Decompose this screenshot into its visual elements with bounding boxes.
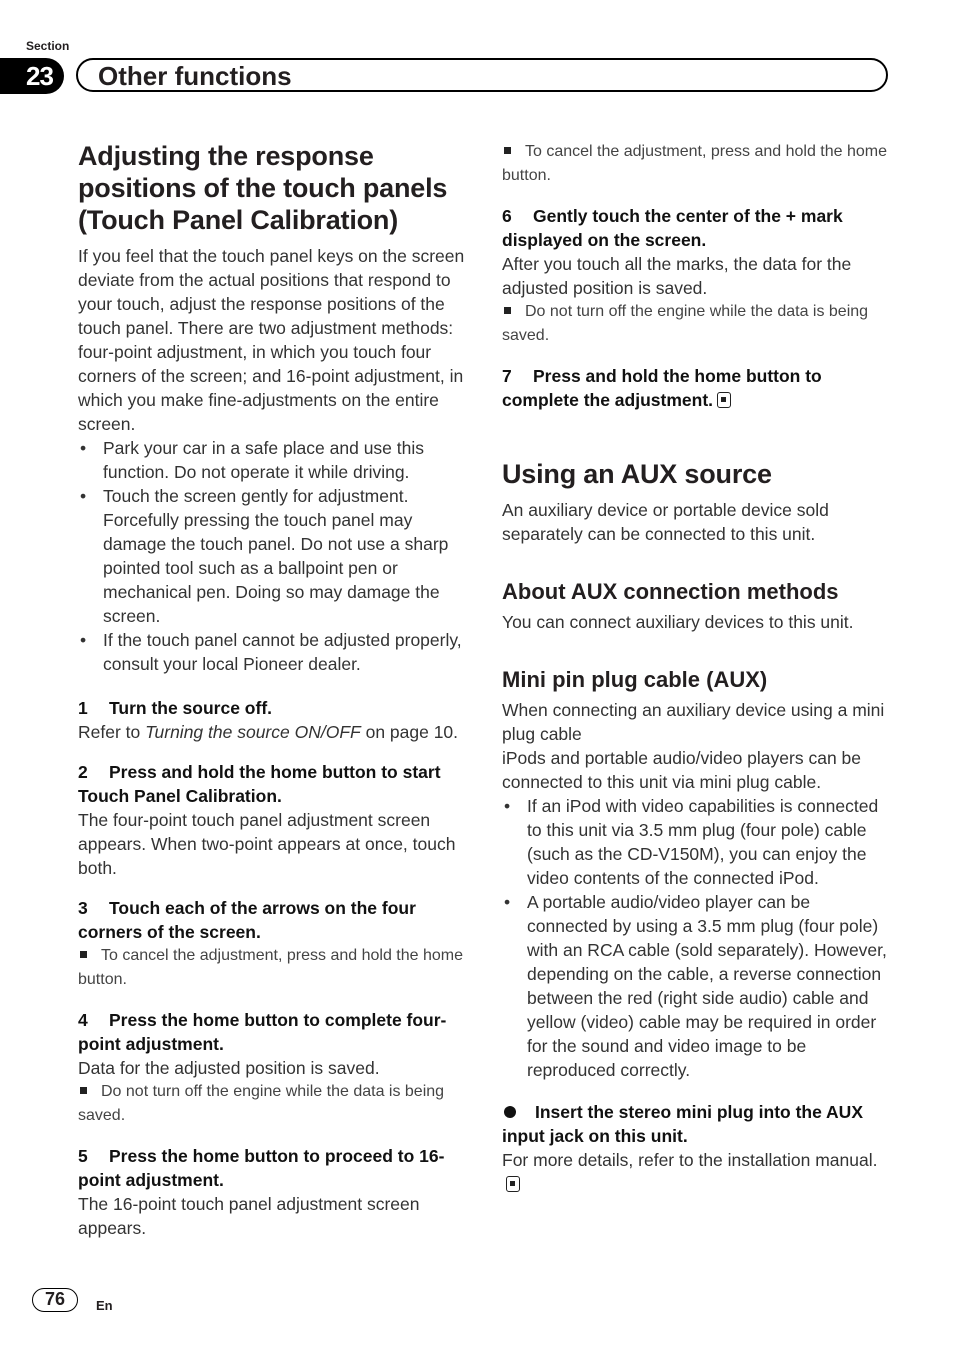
step-7-title: 7 Press and hold the home button to compl… <box>502 364 887 412</box>
bullet-text: Touch the screen gently for adjustment. … <box>103 486 449 626</box>
step-3-title: 3 Touch each of the arrows on the four co… <box>78 896 468 944</box>
section-title-bar: Other functions <box>76 58 888 92</box>
step-text: Turn the source off. <box>109 698 273 718</box>
bullet-icon: • <box>504 892 511 912</box>
step-5-body: The 16-point touch panel adjustment scre… <box>78 1194 420 1238</box>
section-label: Section <box>26 39 70 53</box>
section-title: Other functions <box>98 61 292 91</box>
end-of-section-icon <box>506 1176 520 1192</box>
mini-plug-bullets: • If an iPod with video capabilities is c… <box>502 794 887 1082</box>
step-number: 4 <box>78 1010 88 1030</box>
bullet-icon: • <box>504 796 511 816</box>
page-number: 76 <box>32 1288 78 1312</box>
methods-body: You can connect auxiliary devices to thi… <box>502 612 854 632</box>
step-number: 7 <box>502 366 512 386</box>
methods-heading: About AUX connection methods <box>502 579 839 604</box>
step-4-title: 4 Press the home button to complete four-… <box>78 1008 468 1056</box>
bullet-text: If an iPod with video capabilities is co… <box>527 796 879 888</box>
step-6-body: After you touch all the marks, the data … <box>502 254 852 298</box>
step-1-title: 1 Turn the source off. <box>78 696 468 720</box>
step-2-title: 2 Press and hold the home button to start… <box>78 760 468 808</box>
section-number-badge: 23 <box>0 58 64 94</box>
step-number: 1 <box>78 698 88 718</box>
note-square-icon <box>80 951 87 959</box>
step-text: Insert the stereo mini plug into the AUX… <box>502 1102 863 1146</box>
language-label: En <box>96 1298 113 1313</box>
bullet-item: • A portable audio/video player can be co… <box>502 890 887 1082</box>
step-number: 6 <box>502 206 512 226</box>
bullet-text: Park your car in a safe place and use th… <box>103 438 425 482</box>
cross-reference-link[interactable]: Turning the source ON/OFF <box>145 722 361 742</box>
note-square-icon <box>80 1087 87 1095</box>
bullet-icon: • <box>80 486 87 506</box>
insert-step-title: Insert the stereo mini plug into the AUX… <box>502 1100 887 1148</box>
bullet-icon: • <box>80 630 87 650</box>
step-text: Press and hold the home button to comple… <box>502 366 822 410</box>
step-4-body: Data for the adjusted position is saved. <box>78 1058 380 1078</box>
bullet-item: • Touch the screen gently for adjustment.… <box>78 484 468 628</box>
mini-plug-body-2: iPods and portable audio/video players c… <box>502 748 861 792</box>
mini-plug-heading: Mini pin plug cable (AUX) <box>502 667 768 692</box>
step-number: 3 <box>78 898 88 918</box>
bullet-item: • Park your car in a safe place and use t… <box>78 436 468 484</box>
continued-note: To cancel the adjustment, press and hold… <box>502 143 887 184</box>
bullet-text: A portable audio/video player can be con… <box>527 892 887 1080</box>
step-number: 2 <box>78 762 88 782</box>
step-6-title: 6 Gently touch the center of the + mark d… <box>502 204 887 252</box>
step-number: 5 <box>78 1146 88 1166</box>
aux-intro: An auxiliary device or portable device s… <box>502 500 829 544</box>
calibration-intro: If you feel that the touch panel keys on… <box>78 246 465 434</box>
end-of-section-icon <box>717 392 732 408</box>
aux-heading: Using an AUX source <box>502 459 772 489</box>
step-2-body: The four-point touch panel adjustment sc… <box>78 810 456 878</box>
bullet-icon: • <box>80 438 87 458</box>
step-text: Press the home button to complete four-p… <box>78 1010 447 1054</box>
mini-plug-body-1: When connecting an auxiliary device usin… <box>502 700 885 744</box>
step-4-note: Do not turn off the engine while the dat… <box>78 1083 445 1124</box>
step-3-note: To cancel the adjustment, press and hold… <box>78 947 463 988</box>
step-text: Touch each of the arrows on the four cor… <box>78 898 416 942</box>
step-text: Gently touch the center of the + mark di… <box>502 206 843 250</box>
calibration-bullets: • Park your car in a safe place and use t… <box>78 436 468 676</box>
step-6-note: Do not turn off the engine while the dat… <box>502 303 869 344</box>
step-1-body: Refer to Turning the source ON/OFF on pa… <box>78 722 459 742</box>
bullet-item: • If the touch panel cannot be adjusted p… <box>78 628 468 676</box>
insert-step-body: For more details, refer to the installat… <box>502 1148 887 1196</box>
bullet-text: If the touch panel cannot be adjusted pr… <box>103 630 462 674</box>
left-column: Adjusting the response positions of the … <box>78 140 468 1240</box>
step-dot-icon <box>504 1106 516 1119</box>
step-5-title: 5 Press the home button to proceed to 16-… <box>78 1144 468 1192</box>
note-square-icon <box>504 147 511 155</box>
right-column: To cancel the adjustment, press and hold… <box>502 140 887 1196</box>
calibration-heading: Adjusting the response positions of the … <box>78 141 448 235</box>
step-text: Press and hold the home button to start … <box>78 762 441 806</box>
step-text: Press the home button to proceed to 16-p… <box>78 1146 445 1190</box>
note-square-icon <box>504 307 511 315</box>
bullet-item: • If an iPod with video capabilities is c… <box>502 794 887 890</box>
